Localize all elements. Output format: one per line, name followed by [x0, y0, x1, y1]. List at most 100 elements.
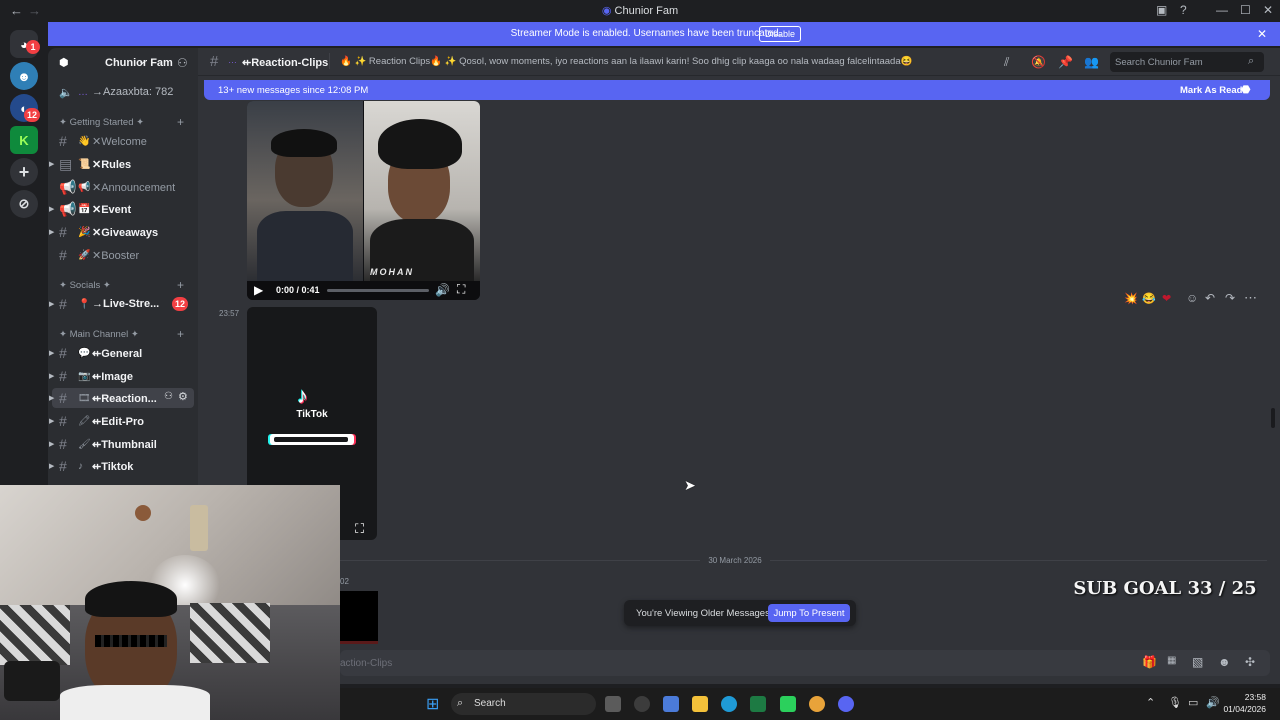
add-channel-icon[interactable]: +: [177, 115, 184, 129]
channel-name: ⇷General: [92, 347, 143, 360]
add-reaction-icon[interactable]: ☺: [1186, 291, 1198, 305]
channel-general[interactable]: ▶ # 💬 ⇷General: [48, 343, 198, 363]
server-icon-1[interactable]: ☻: [10, 62, 38, 90]
file-explorer-icon[interactable]: [692, 696, 708, 712]
server-icon-kick[interactable]: K: [10, 126, 38, 154]
microphone: [4, 661, 60, 701]
add-channel-icon[interactable]: +: [177, 327, 184, 341]
threads-icon[interactable]: ⫽: [1004, 55, 1009, 70]
video-attachment[interactable]: MOHAN ▶ 0:00 / 0:41 🔊 ⛶: [247, 101, 480, 300]
date-divider-label: 30 March 2026: [700, 554, 770, 568]
channel-emoji: 📅: [78, 203, 91, 215]
minimize-icon[interactable]: —: [1216, 3, 1228, 17]
channel-image[interactable]: ▶ # 📷 ⇷Image: [48, 366, 198, 386]
discord-taskbar-icon[interactable]: [838, 696, 854, 712]
channel-rules[interactable]: ▶ ▤ 📜 ✕Rules: [48, 154, 198, 174]
message-composer[interactable]: action-Clips 🎁 ▦ ▧ ☻ ✣: [340, 650, 1270, 676]
jump-to-present-button[interactable]: Jump To Present: [768, 604, 850, 622]
emoji-icon[interactable]: ☻: [1218, 655, 1231, 669]
apps-icon[interactable]: ✣: [1245, 655, 1255, 669]
invite-icon[interactable]: ⚇: [164, 391, 173, 402]
channel-emoji: 💬: [78, 347, 91, 359]
channel-emoji: …: [228, 55, 237, 65]
more-options-icon[interactable]: ⋯: [1244, 290, 1257, 306]
channel-giveaways[interactable]: ▶ # 🎉 ✕Giveaways: [48, 222, 198, 242]
scrollbar-thumb[interactable]: [1271, 408, 1275, 428]
kick-app-icon[interactable]: [780, 696, 796, 712]
new-messages-bar[interactable]: 13+ new messages since 12:08 PM Mark As …: [204, 80, 1270, 100]
tray-chevron-icon[interactable]: ⌃: [1146, 696, 1155, 709]
m365-icon[interactable]: [663, 696, 679, 712]
chrome-icon[interactable]: [809, 696, 825, 712]
mute-bell-icon[interactable]: 🔕: [1031, 55, 1046, 69]
network-icon[interactable]: ▭: [1188, 696, 1198, 709]
channel-topic[interactable]: 🔥 ✨ Reaction Clips🔥 ✨ Qosol, wow moments…: [340, 56, 912, 67]
channel-reaction-clips[interactable]: ▶ # 🎞 ⇷Reaction... ⚇ ⚙: [49, 388, 194, 408]
channel-emoji: 🎉: [78, 226, 91, 238]
close-icon[interactable]: ✕: [1257, 27, 1267, 41]
video-time: 0:00 / 0:41: [276, 285, 320, 295]
microphone-icon[interactable]: 🎙: [1168, 696, 1182, 709]
channel-edit-pro[interactable]: ▶ # 🖍 ⇷Edit-Pro: [48, 411, 198, 431]
windows-start-icon[interactable]: ⊞: [426, 694, 439, 714]
add-channel-icon[interactable]: +: [177, 278, 184, 292]
reaction-fire-icon[interactable]: 💥: [1124, 292, 1138, 305]
server-badge: 12: [24, 108, 41, 122]
channel-emoji: 🎞: [78, 392, 91, 404]
hash-icon: #: [59, 436, 67, 452]
forward-icon[interactable]: ↷: [1225, 291, 1235, 305]
channel-live-stream[interactable]: ▶ # 📍 →Live-Stre... 12: [48, 294, 198, 314]
invite-people-icon[interactable]: ⚇: [177, 56, 188, 70]
channel-booster[interactable]: # 🚀 ✕Booster: [48, 245, 198, 265]
category-socials[interactable]: ✦ Socials ✦: [59, 280, 111, 291]
member-list-icon[interactable]: 👥: [1084, 55, 1099, 69]
channel-emoji: 📍: [78, 298, 91, 310]
channel-name: ✕Giveaways: [92, 226, 159, 239]
reaction-heart-icon[interactable]: ❤: [1162, 292, 1171, 305]
media-thumbnail-partial[interactable]: [340, 591, 378, 644]
channel-tiktok[interactable]: ▶ # ♪ ⇷Tiktok: [48, 456, 198, 476]
fullscreen-icon[interactable]: ⛶: [457, 282, 465, 297]
close-window-icon[interactable]: ✕: [1263, 3, 1273, 17]
taskbar-search[interactable]: ⌕ Search: [451, 693, 596, 715]
gif-icon[interactable]: ▦: [1167, 655, 1176, 666]
server-header[interactable]: ⬢ Chunior Fam ⌄ ⚇: [48, 48, 198, 76]
excel-icon[interactable]: [750, 696, 766, 712]
category-getting-started[interactable]: ✦ Getting Started ✦: [59, 117, 144, 128]
play-icon[interactable]: ▶: [254, 283, 263, 297]
volume-icon[interactable]: 🔊: [435, 283, 450, 297]
header-divider: [329, 53, 330, 69]
inbox-icon[interactable]: ▣: [1156, 3, 1167, 17]
category-main-channel[interactable]: ✦ Main Channel ✦: [59, 329, 139, 340]
maximize-icon[interactable]: ☐: [1240, 3, 1251, 17]
discover-icon[interactable]: ⊘: [10, 190, 38, 218]
reply-icon[interactable]: ↶: [1205, 291, 1215, 305]
help-icon[interactable]: ?: [1180, 3, 1187, 17]
channel-welcome[interactable]: # 👋 ✕Welcome: [48, 131, 198, 151]
channel-thumbnail[interactable]: ▶ # 🖌 ⇷Thumbnail: [48, 434, 198, 454]
fullscreen-icon[interactable]: ⛶: [355, 521, 364, 537]
sticker-icon[interactable]: ▧: [1192, 655, 1203, 669]
voice-channel-row[interactable]: 🔈 … →Azaaxbta: 782: [48, 82, 198, 102]
task-view-icon[interactable]: [605, 696, 621, 712]
tiktok-loading-bar: [270, 434, 354, 445]
channel-announcement[interactable]: 📢 📢 ✕Announcement: [48, 177, 198, 197]
search-icon: ⌕: [1248, 55, 1255, 67]
taskbar-time[interactable]: 23:58: [1226, 692, 1266, 702]
reaction-laugh-icon[interactable]: 😂: [1142, 292, 1156, 305]
channel-emoji: 👋: [78, 135, 91, 147]
add-server-icon[interactable]: +: [10, 158, 38, 186]
video-progress[interactable]: [327, 289, 429, 292]
gear-icon[interactable]: ⚙: [178, 390, 188, 403]
taskbar-date[interactable]: 01/04/2026: [1216, 704, 1266, 714]
clock-app-icon[interactable]: [634, 696, 650, 712]
gift-icon[interactable]: 🎁: [1142, 655, 1157, 669]
person-durag: [378, 119, 462, 169]
search-input[interactable]: Search Chunior Fam ⌕: [1110, 52, 1264, 72]
channel-event[interactable]: ▶ 📢 📅 ✕Event: [48, 199, 198, 219]
pin-icon[interactable]: 📌: [1058, 55, 1073, 69]
new-messages-text: 13+ new messages since 12:08 PM: [218, 85, 369, 96]
disable-streamer-mode-button[interactable]: Disable: [759, 26, 801, 42]
mark-as-read-button[interactable]: Mark As Read: [1180, 85, 1242, 96]
edge-icon[interactable]: [721, 696, 737, 712]
